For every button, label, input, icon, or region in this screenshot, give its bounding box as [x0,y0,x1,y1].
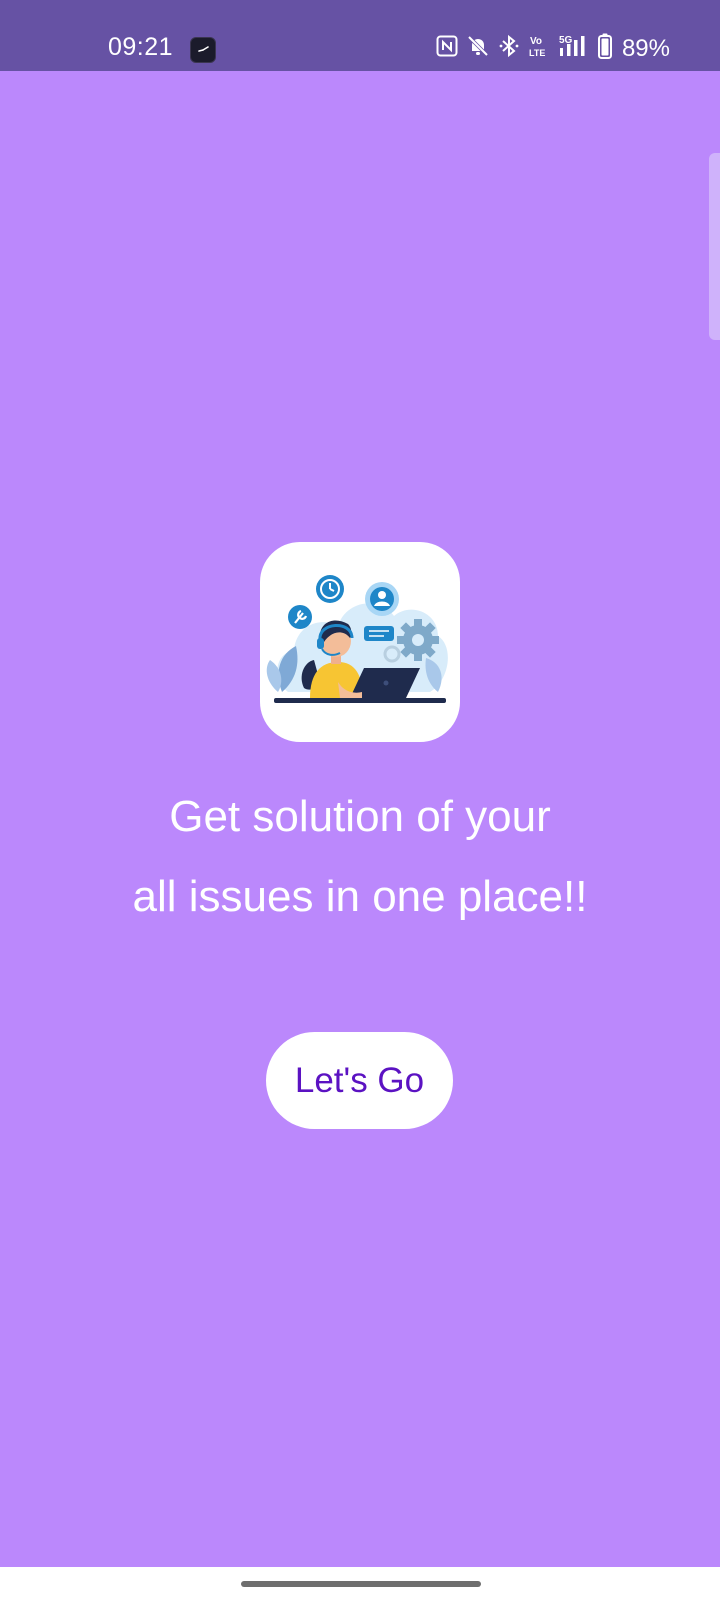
support-illustration [260,542,460,742]
scroll-indicator[interactable] [709,153,720,340]
bluetooth-icon [498,34,520,63]
svg-text:Vo: Vo [530,36,542,47]
battery-percentage: 89% [621,34,670,62]
navigation-bar [0,1567,720,1600]
status-time: 09:21 [108,33,174,61]
welcome-screen: 09:21 Vo LTE 5G 89% Get solution of your… [0,0,720,1600]
battery-icon [597,33,612,64]
lets-go-button[interactable]: Let's Go [266,1032,453,1129]
headline-line-1: Get solution of your [169,792,551,841]
status-icons: Vo LTE 5G 89% [436,33,670,64]
5g-signal-icon: 5G [556,33,590,64]
svg-text:LTE: LTE [529,48,545,58]
clock-app-icon [190,37,216,63]
svg-text:5G: 5G [559,35,573,46]
home-gesture-handle[interactable] [241,1581,481,1587]
status-bar: 09:21 Vo LTE 5G 89% [0,0,720,71]
volte-icon: Vo LTE [528,33,548,64]
bell-off-icon [466,34,490,63]
headline-line-2: all issues in one place!! [132,872,588,921]
nfc-icon [436,35,458,62]
